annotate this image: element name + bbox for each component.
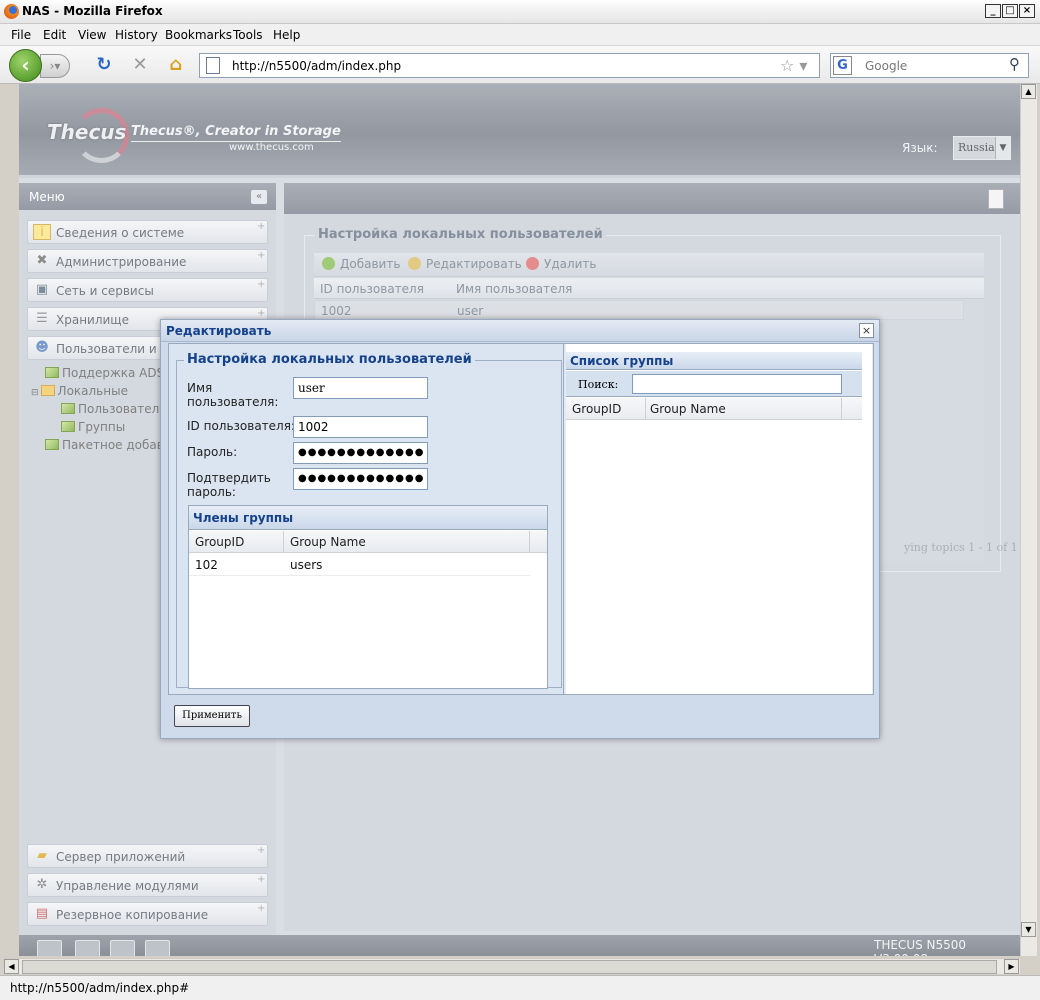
scroll-right-icon[interactable]: ▶ — [1004, 959, 1019, 974]
maximize-button[interactable]: □ — [1002, 4, 1018, 18]
search-label: Поиск: — [578, 378, 619, 391]
apply-button[interactable]: Применить — [174, 705, 250, 727]
search-bar[interactable]: G Google ⚲ — [830, 53, 1029, 78]
back-button[interactable]: ‹ — [9, 49, 42, 82]
table-row[interactable]: 102 users — [189, 554, 530, 576]
scroll-thumb[interactable] — [22, 960, 997, 974]
search-engine-icon[interactable]: G — [833, 56, 852, 75]
col-group-name[interactable]: Group Name — [650, 402, 726, 416]
reload-icon[interactable]: ↻ — [93, 54, 115, 76]
group-list-panel: Список группы Поиск: GroupID Group Name — [566, 344, 872, 694]
fieldset-legend: Настройка локальных пользователей — [184, 352, 475, 367]
group-members-grid: Члены группы GroupID Group Name 102 user… — [188, 505, 548, 689]
status-text: http://n5500/adm/index.php# — [10, 981, 190, 995]
username-field[interactable]: user — [293, 377, 428, 399]
members-header: GroupID Group Name — [189, 531, 547, 553]
minimize-button[interactable]: _ — [985, 4, 1001, 18]
close-window-button[interactable]: × — [1019, 4, 1035, 18]
menu-edit[interactable]: Edit — [43, 28, 66, 42]
menu-bookmarks[interactable]: Bookmarks — [165, 28, 232, 42]
confirm-password-label: Подтвердить пароль: — [187, 471, 271, 499]
window-title: NAS - Mozilla Firefox — [22, 4, 163, 18]
dialog-close-button[interactable]: × — [859, 323, 874, 338]
group-list-header: GroupID Group Name — [566, 398, 862, 420]
menubar: File Edit View History Bookmarks Tools H… — [0, 24, 1040, 46]
scroll-up-icon[interactable]: ▲ — [1021, 84, 1036, 99]
group-search-input[interactable] — [632, 374, 842, 394]
cell-group-name: users — [290, 558, 323, 572]
menu-file[interactable]: File — [11, 28, 31, 42]
menu-tools[interactable]: Tools — [233, 28, 263, 42]
group-list-title: Список группы — [566, 352, 862, 370]
menu-help[interactable]: Help — [273, 28, 300, 42]
firefox-icon — [4, 4, 19, 19]
search-placeholder: Google — [865, 59, 908, 73]
password-field[interactable]: ●●●●●●●●●●●●● — [293, 442, 428, 464]
col-group-id[interactable]: GroupID — [195, 535, 244, 549]
horizontal-scrollbar[interactable]: ◀ ▶ — [4, 958, 1020, 974]
username-label: Имя пользователя: — [187, 381, 279, 409]
scroll-down-icon[interactable]: ▼ — [1021, 922, 1036, 937]
cell-group-id: 102 — [195, 558, 218, 572]
dialog-header: Редактировать × — [161, 320, 879, 342]
home-icon[interactable]: ⌂ — [165, 54, 187, 76]
menu-history[interactable]: History — [115, 28, 158, 42]
edit-user-dialog: Редактировать × Настройка локальных поль… — [160, 319, 880, 739]
stop-icon[interactable]: ✕ — [129, 54, 151, 76]
group-search-row: Поиск: — [566, 371, 862, 397]
url-text: http://n5500/adm/index.php — [232, 59, 402, 73]
dialog-title: Редактировать — [166, 324, 272, 338]
dialog-body: Настройка локальных пользователей Имя по… — [168, 343, 874, 695]
vertical-scrollbar[interactable]: ▲ ▼ — [1020, 84, 1037, 956]
status-bar: http://n5500/adm/index.php# — [0, 975, 1040, 1000]
password-label: Пароль: — [187, 445, 238, 459]
forward-button[interactable]: ›▾ — [40, 54, 70, 78]
search-icon[interactable]: ⚲ — [1009, 55, 1020, 73]
scroll-left-icon[interactable]: ◀ — [4, 959, 19, 974]
url-bar[interactable]: http://n5500/adm/index.php ☆ ▾ — [199, 53, 820, 78]
uid-label: ID пользователя: — [187, 419, 295, 433]
user-settings-panel: Настройка локальных пользователей Имя по… — [169, 344, 564, 694]
col-group-id[interactable]: GroupID — [572, 402, 621, 416]
uid-field[interactable]: 1002 — [293, 416, 428, 438]
menu-view[interactable]: View — [78, 28, 106, 42]
members-title: Члены группы — [189, 506, 547, 530]
bookmark-star-icon[interactable]: ☆ ▾ — [780, 56, 807, 75]
window-titlebar: NAS - Mozilla Firefox _ □ × — [0, 0, 1040, 24]
page-icon — [206, 57, 220, 74]
confirm-password-field[interactable]: ●●●●●●●●●●●●● — [293, 468, 428, 490]
col-group-name[interactable]: Group Name — [290, 535, 366, 549]
